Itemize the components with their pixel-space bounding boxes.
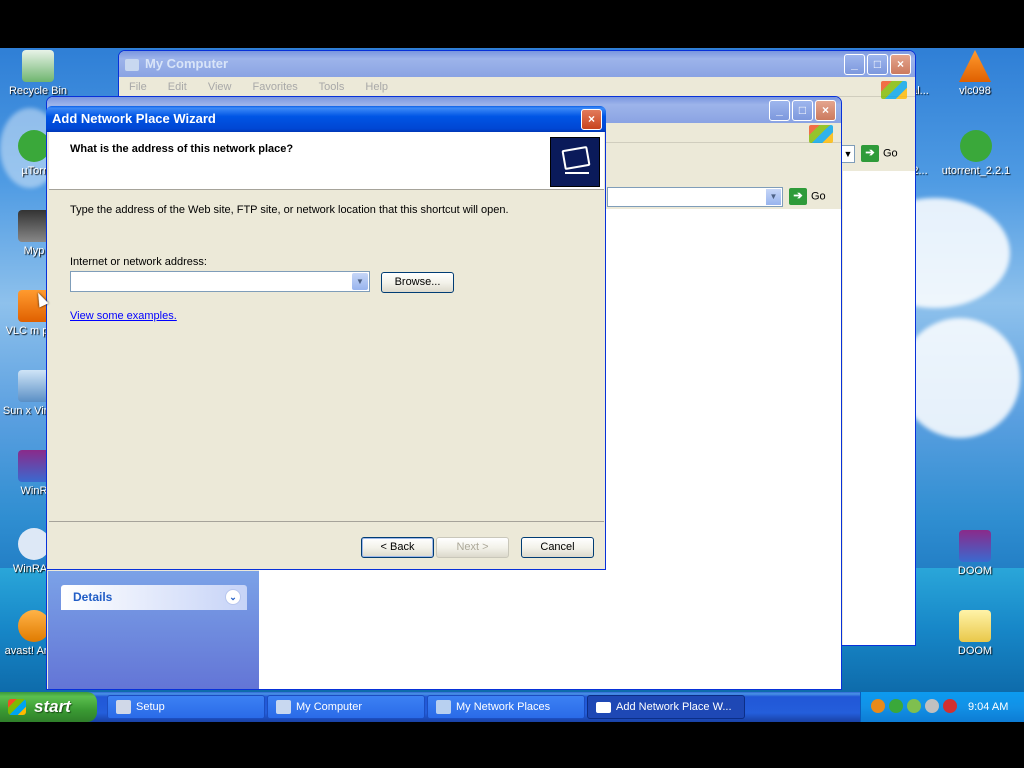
add-network-place-wizard[interactable]: Add Network Place Wizard × What is the a… (46, 106, 606, 570)
task-label: My Network Places (456, 701, 551, 713)
menu-favorites[interactable]: Favorites (253, 81, 298, 93)
wizard-titlebar[interactable]: Add Network Place Wizard × (46, 106, 606, 132)
network-folder-icon (550, 137, 600, 187)
tool-tray-icon[interactable] (925, 699, 939, 713)
maximize-button[interactable]: □ (792, 100, 813, 121)
network-places-icon (436, 700, 451, 714)
browse-button[interactable]: Browse... (381, 272, 454, 293)
menu-file[interactable]: File (129, 81, 147, 93)
task-setup[interactable]: Setup (107, 695, 265, 719)
back-button[interactable]: < Back (361, 537, 434, 558)
wizard-title: Add Network Place Wizard (52, 111, 216, 126)
vlc-icon (959, 50, 991, 82)
wizard-body: Type the address of the Web site, FTP si… (49, 191, 604, 521)
system-tray: 9:04 AM (860, 692, 1024, 722)
go-label: Go (883, 147, 898, 160)
computer-icon (125, 58, 139, 71)
chevron-down-icon[interactable]: ▼ (352, 273, 368, 290)
task-label: My Computer (296, 701, 363, 713)
cancel-button[interactable]: Cancel (521, 537, 594, 558)
maximize-button[interactable]: □ (867, 54, 888, 75)
utorrent-tray-icon[interactable] (889, 699, 903, 713)
minimize-button[interactable]: _ (769, 100, 790, 121)
winrar-icon (959, 530, 991, 562)
details-label: Details (73, 590, 113, 604)
address-bar[interactable]: ▼ (607, 187, 783, 207)
task-add-network-place-wizard[interactable]: Add Network Place W... (587, 695, 745, 719)
desktop-icon-label: Myp (23, 245, 45, 257)
desktop-icon-label: µTorr (21, 165, 47, 177)
network-cable (565, 172, 589, 174)
recycle-bin-icon (22, 50, 54, 82)
close-button[interactable]: × (581, 109, 602, 130)
view-examples-link[interactable]: View some examples. (70, 310, 177, 322)
go-arrow-icon: ➔ (861, 145, 879, 162)
desktop-icon-label: WinR (20, 485, 48, 497)
address-combobox[interactable]: ▼ (70, 271, 370, 292)
network-tray-icon[interactable] (907, 699, 921, 713)
utorrent-icon (960, 130, 992, 162)
avast-tray-icon[interactable] (871, 699, 885, 713)
content-area (843, 171, 915, 645)
wizard-instruction: Type the address of the Web site, FTP si… (70, 204, 509, 216)
go-button[interactable]: ➔ Go (861, 145, 898, 162)
desktop-icon-label: DOOM (957, 645, 993, 657)
desktop-icon-label: vlc098 (959, 85, 991, 97)
go-arrow-icon: ➔ (789, 188, 807, 205)
address-label: Internet or network address: (70, 256, 207, 268)
menu-view[interactable]: View (208, 81, 232, 93)
menu-bar: File Edit View Favorites Tools Help (119, 77, 915, 97)
setup-icon (116, 700, 131, 714)
taskbar: start Setup My Computer My Network Place… (0, 692, 1024, 722)
chevron-down-icon[interactable]: ▼ (766, 189, 781, 205)
menu-help[interactable]: Help (365, 81, 388, 93)
desktop-icon-doom-archive[interactable]: DOOM (939, 530, 1011, 577)
minimize-button[interactable]: _ (844, 54, 865, 75)
desktop-icon-utorrent-installer[interactable]: utorrent_2.2.1 (936, 130, 1016, 177)
expand-chevron-icon[interactable]: ⌄ (225, 589, 241, 605)
go-button[interactable]: ➔ Go (789, 188, 826, 205)
windows-logo-icon (8, 699, 26, 715)
task-my-computer[interactable]: My Computer (267, 695, 425, 719)
desktop-icon-label: DOOM (957, 565, 993, 577)
next-button[interactable]: Next > (436, 537, 509, 558)
desktop-icon-vlc098[interactable]: vlc098 (939, 50, 1011, 97)
details-panel-header[interactable]: Details ⌄ (61, 585, 247, 610)
menu-tools[interactable]: Tools (319, 81, 345, 93)
close-button[interactable]: × (890, 54, 911, 75)
window-title: My Computer (145, 56, 229, 71)
desktop-icon-doom-folder[interactable]: DOOM (939, 610, 1011, 657)
desktop-icon-recycle-bin[interactable]: Recycle Bin (2, 50, 74, 97)
task-label: Setup (136, 701, 165, 713)
windows-logo-icon (881, 81, 907, 99)
menu-edit[interactable]: Edit (168, 81, 187, 93)
computer-icon (276, 700, 291, 714)
windows-logo-icon (809, 125, 833, 143)
folder-outline (561, 145, 591, 171)
wizard-footer: < Back Next > Cancel (49, 521, 604, 568)
wizard-heading: What is the address of this network plac… (70, 143, 294, 155)
start-button[interactable]: start (0, 692, 97, 722)
start-label: start (34, 697, 71, 716)
go-label: Go (811, 190, 826, 203)
chevron-down-icon[interactable]: ▼ (841, 145, 855, 163)
task-label: Add Network Place W... (616, 701, 732, 713)
folder-icon (959, 610, 991, 642)
my-computer-titlebar[interactable]: My Computer _ □ × (119, 51, 915, 77)
window-icon (596, 702, 611, 713)
shield-tray-icon[interactable] (943, 699, 957, 713)
cloud (900, 318, 1020, 438)
desktop-icon-label: utorrent_2.2.1 (941, 165, 1011, 177)
task-my-network-places[interactable]: My Network Places (427, 695, 585, 719)
wizard-header: What is the address of this network plac… (49, 132, 604, 190)
clock[interactable]: 9:04 AM (968, 692, 1008, 722)
close-button[interactable]: × (815, 100, 836, 121)
